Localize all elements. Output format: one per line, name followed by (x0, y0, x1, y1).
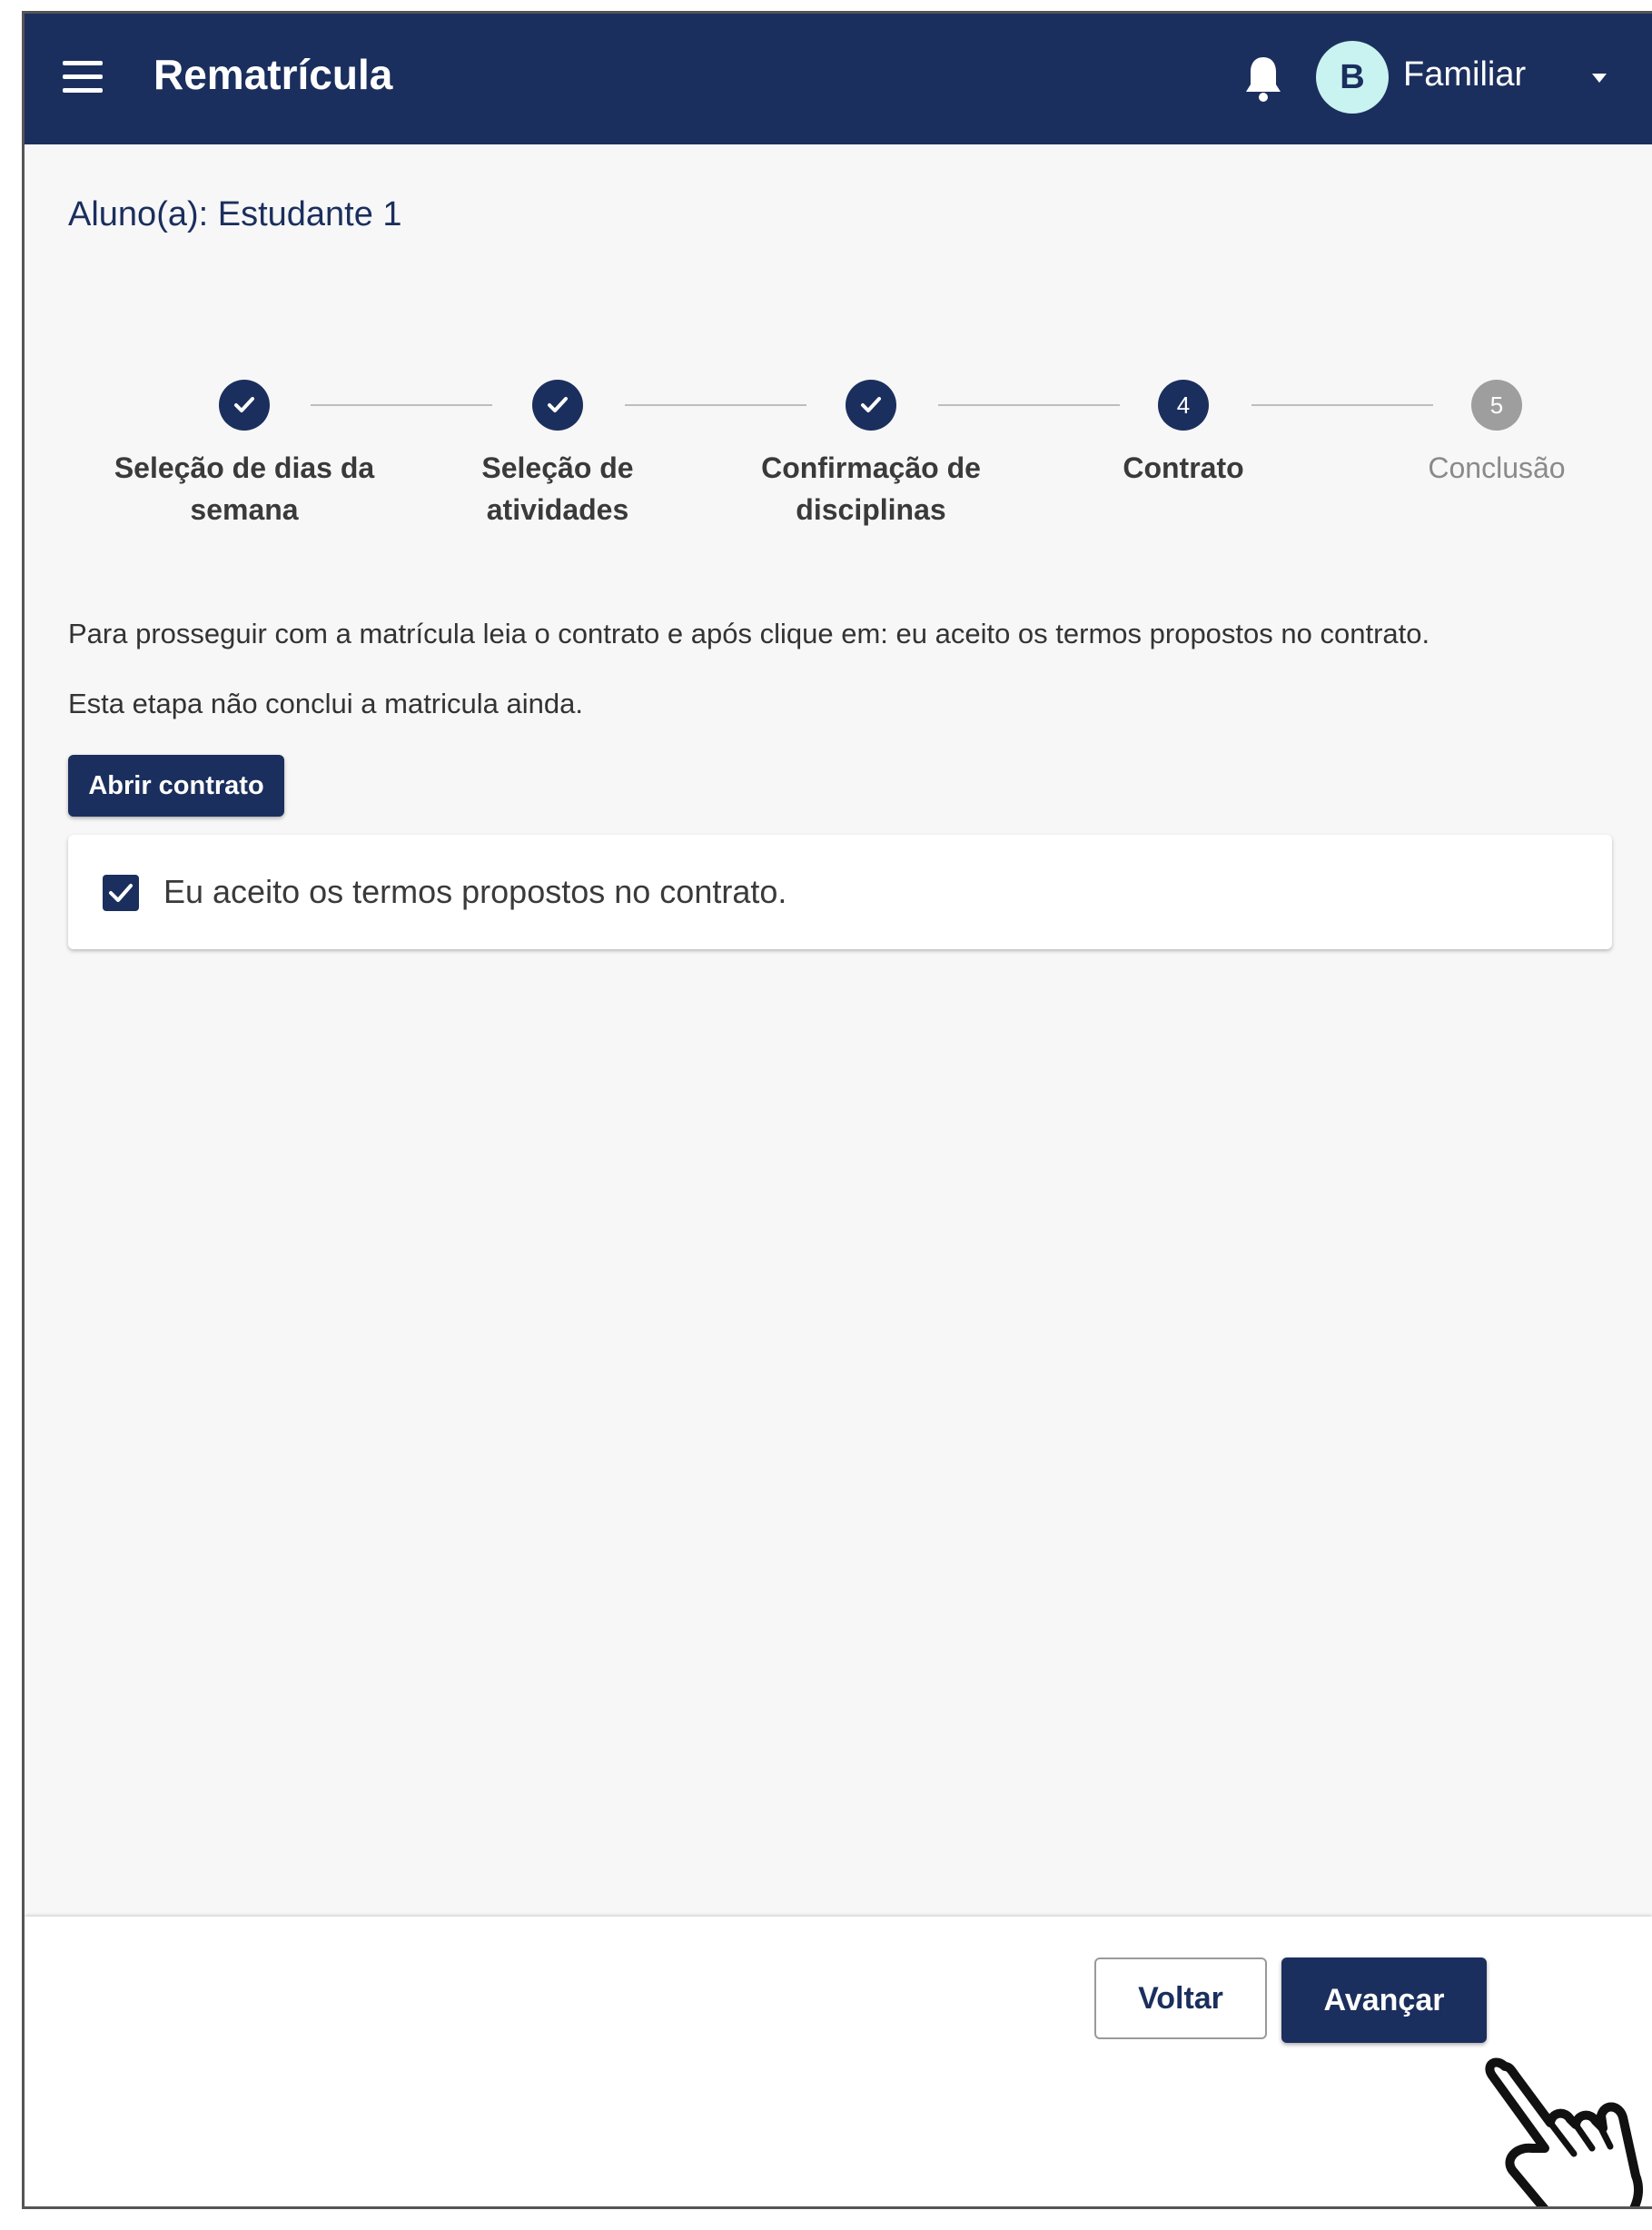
student-label: Aluno(a): Estudante 1 (68, 195, 402, 233)
accept-terms-checkbox[interactable] (103, 875, 139, 911)
stepper: Seleção de dias da semana Seleção de ati… (68, 372, 1612, 553)
step-4: 4 Contrato (1029, 372, 1338, 489)
step-1-label: Seleção de dias da semana (114, 451, 375, 526)
step-5-number: 5 (1471, 380, 1522, 431)
accept-terms-card: Eu aceito os termos propostos no contrat… (68, 835, 1612, 949)
top-app-bar: Rematrícula B Familiar (25, 14, 1652, 144)
step-4-number: 4 (1158, 380, 1209, 431)
step-1: Seleção de dias da semana (90, 372, 399, 530)
app-title: Rematrícula (153, 51, 393, 98)
menu-icon[interactable] (63, 61, 103, 97)
instruction-note: Esta etapa não conclui a matricula ainda… (68, 688, 583, 719)
open-contract-button[interactable]: Abrir contrato (68, 755, 284, 817)
accept-terms-label[interactable]: Eu aceito os termos propostos no contrat… (163, 873, 786, 911)
footer-actions: Voltar Avançar (25, 1917, 1652, 2206)
step-2: Seleção de atividades (403, 372, 712, 530)
bell-icon[interactable] (1241, 54, 1285, 104)
app-frame: Rematrícula B Familiar Aluno(a): Estudan… (22, 11, 1652, 2209)
step-1-check-icon (219, 380, 270, 431)
step-5-label: Conclusão (1428, 451, 1566, 484)
step-2-label: Seleção de atividades (481, 451, 634, 526)
step-3: Confirmação de disciplinas (717, 372, 1025, 530)
step-2-check-icon (532, 380, 583, 431)
user-name[interactable]: Familiar (1403, 55, 1526, 94)
step-5: 5 Conclusão (1342, 372, 1651, 489)
back-button[interactable]: Voltar (1094, 1957, 1267, 2039)
pointing-hand-icon (1485, 2057, 1643, 2206)
instruction-text: Para prosseguir com a matrícula leia o c… (68, 618, 1430, 649)
step-3-check-icon (846, 380, 896, 431)
avatar[interactable]: B (1316, 41, 1389, 114)
check-icon (109, 884, 133, 902)
step-3-label: Confirmação de disciplinas (761, 451, 981, 526)
next-button[interactable]: Avançar (1281, 1957, 1487, 2043)
step-4-label: Contrato (1123, 451, 1244, 484)
caret-down-icon[interactable] (1590, 72, 1608, 84)
